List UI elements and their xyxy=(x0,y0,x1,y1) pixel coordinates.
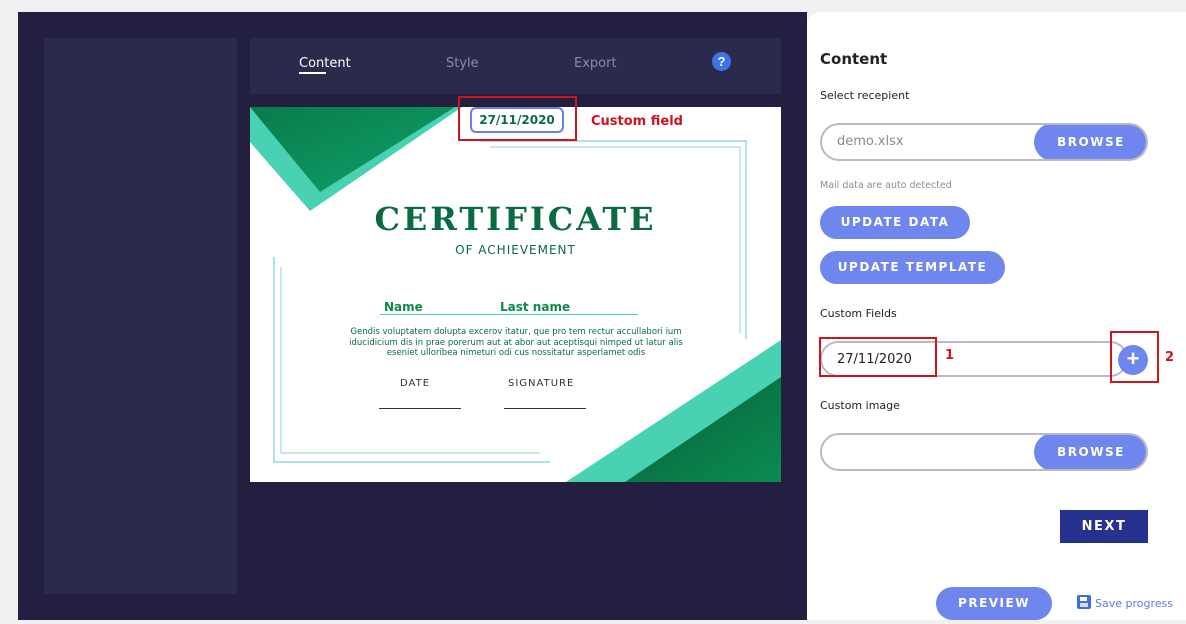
date-line xyxy=(379,408,461,409)
recipient-file-value: demo.xlsx xyxy=(837,134,904,149)
signature-line xyxy=(504,408,586,409)
annotation-custom-field-label: Custom field xyxy=(591,114,683,129)
update-template-button[interactable]: UPDATE TEMPLATE xyxy=(820,251,1005,284)
floppy-disk-icon xyxy=(1077,595,1091,609)
certificate-body: Gendis voluptatem dolupta excerov itatur… xyxy=(349,327,683,358)
custom-image-input[interactable]: BROWSE xyxy=(820,433,1148,471)
content-panel: Content Select recepient demo.xlsx BROWS… xyxy=(807,12,1186,620)
date-label: DATE xyxy=(400,378,431,389)
annotation-box-2 xyxy=(1110,331,1159,383)
custom-image-label: Custom image xyxy=(820,399,900,412)
update-data-button[interactable]: UPDATE DATA xyxy=(820,206,970,239)
recipient-file-input[interactable]: demo.xlsx BROWSE xyxy=(820,123,1148,161)
tab-content[interactable]: Content xyxy=(299,56,351,74)
certificate-subtitle: OF ACHIEVEMENT xyxy=(455,243,576,257)
tab-export[interactable]: Export xyxy=(574,56,617,71)
name-underline xyxy=(380,314,638,315)
help-icon[interactable]: ? xyxy=(712,52,731,71)
save-progress-link[interactable]: Save progress xyxy=(1077,595,1173,610)
tab-bar: Content Style Export ? xyxy=(250,38,781,94)
select-recipient-label: Select recepient xyxy=(820,89,910,102)
left-sidebar xyxy=(44,38,237,594)
annotation-box-1 xyxy=(819,337,937,377)
custom-fields-label: Custom Fields xyxy=(820,307,897,320)
annotation-box-custom-field xyxy=(458,96,577,141)
certificate-decoration xyxy=(250,107,781,482)
panel-title: Content xyxy=(820,50,888,68)
browse-recipient-button[interactable]: BROWSE xyxy=(1034,125,1146,159)
preview-button[interactable]: PREVIEW xyxy=(936,587,1052,620)
save-progress-label: Save progress xyxy=(1095,597,1173,610)
certificate-title: CERTIFICATE xyxy=(374,200,657,238)
browse-image-button[interactable]: BROWSE xyxy=(1034,435,1146,469)
editor-canvas: Content Style Export ? 27/11/2020 CERTIF… xyxy=(18,12,807,620)
certificate-name: Name xyxy=(384,300,423,314)
tab-style[interactable]: Style xyxy=(446,56,479,71)
next-button[interactable]: NEXT xyxy=(1060,510,1148,543)
signature-label: SIGNATURE xyxy=(508,378,575,389)
auto-detect-hint: Mail data are auto detected xyxy=(820,180,952,191)
certificate-preview: 27/11/2020 CERTIFICATE OF ACHIEVEMENT Na… xyxy=(250,107,781,482)
annotation-marker-1: 1 xyxy=(945,348,955,363)
certificate-last-name: Last name xyxy=(500,300,571,314)
annotation-marker-2: 2 xyxy=(1165,350,1175,365)
